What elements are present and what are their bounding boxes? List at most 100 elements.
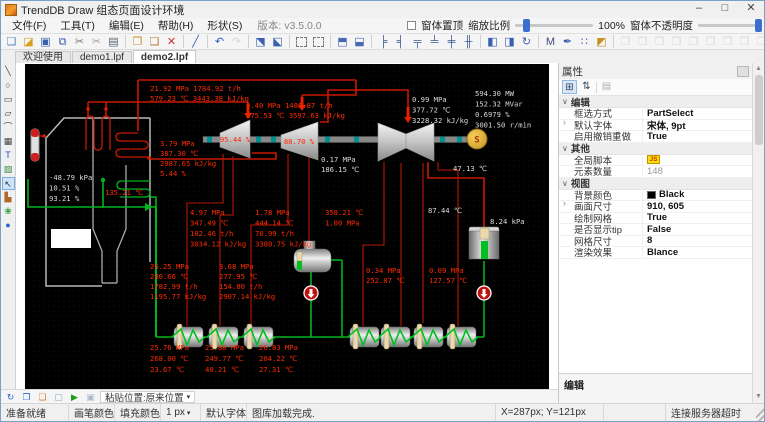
canvas-label[interactable]: 358.21 ℃1.00 MPa <box>325 208 363 228</box>
zoom-slider-thumb[interactable] <box>523 19 530 32</box>
decoration-tool-icon[interactable]: ❀ <box>2 205 15 218</box>
canvas-label[interactable]: 26.83 MPa204.22 ℃27.31 ℃ <box>259 343 298 374</box>
menu-item-1[interactable]: 工具(T) <box>53 20 101 32</box>
canvas-label[interactable]: 25.88 MPa249.77 ℃40.21 ℃ <box>205 343 244 374</box>
canvas-label[interactable]: 95.44 % <box>220 135 251 144</box>
table-tool-icon[interactable]: ▦ <box>2 135 15 148</box>
font-style-icon[interactable]: M <box>542 34 559 50</box>
align-left-icon[interactable]: ╞ <box>375 34 392 50</box>
property-value[interactable]: 148 <box>643 166 752 177</box>
feedwater-heater[interactable] <box>412 324 445 349</box>
boiler-display-box[interactable] <box>51 229 91 248</box>
canvas-label[interactable]: 0.09 MPa127.57 ℃ <box>429 266 467 285</box>
select-tool-icon[interactable]: ↖ <box>2 177 15 190</box>
rect-tool-icon[interactable]: ▭ <box>2 93 15 106</box>
pick-color-icon[interactable]: ⬔ <box>252 34 269 50</box>
feedwater-heater[interactable] <box>445 324 478 349</box>
generator[interactable]: S <box>467 129 487 149</box>
script-icon[interactable]: JS <box>647 155 660 164</box>
tile-horizontal-icon[interactable]: ❒ <box>617 34 634 50</box>
sphere-tool-icon[interactable]: ● <box>2 219 15 232</box>
maximize-button[interactable]: □ <box>712 1 738 18</box>
menu-item-2[interactable]: 编辑(E) <box>102 20 151 32</box>
property-value[interactable]: Black <box>643 189 752 200</box>
select-rect-icon[interactable] <box>296 37 307 47</box>
open-icon[interactable]: ◪ <box>20 34 37 50</box>
sort-az-icon[interactable]: ⇅ <box>579 80 594 94</box>
diagram-canvas[interactable]: S <box>25 64 549 393</box>
bring-front-icon[interactable]: ⬒ <box>334 34 351 50</box>
pen-color-button[interactable]: 画笔颜色 <box>69 404 115 421</box>
panel-scrollbar[interactable]: ▲ ▼ <box>752 63 764 403</box>
center-window-icon[interactable]: ❒ <box>753 34 764 50</box>
save-icon[interactable]: ▣ <box>37 34 54 50</box>
line-tool-icon[interactable]: ╲ <box>2 65 15 78</box>
split-v-icon[interactable]: ❒ <box>702 34 719 50</box>
frame-icon[interactable]: ▢ <box>52 391 65 403</box>
property-value[interactable]: 8 <box>643 235 752 246</box>
copy-icon[interactable]: ❐ <box>129 34 146 50</box>
scroll-up-icon[interactable]: ▲ <box>755 63 762 75</box>
categorize-icon[interactable]: ⊞ <box>562 80 577 94</box>
undo-icon[interactable]: ↶ <box>211 34 228 50</box>
tab-欢迎使用[interactable]: 欢迎使用 <box>15 51 71 63</box>
canvas-label[interactable]: 87.44 ℃ <box>428 206 462 215</box>
canvas-label[interactable]: 0.34 MPa252.87 ℃ <box>366 266 404 285</box>
snap-grid-icon[interactable]: ∷ <box>576 34 593 50</box>
cascade-icon[interactable]: ❒ <box>651 34 668 50</box>
minimize-button[interactable]: – <box>686 1 712 18</box>
topmost-checkbox[interactable] <box>407 21 416 30</box>
export-icon[interactable]: ❏ <box>36 391 49 403</box>
scroll-down-icon[interactable]: ▼ <box>755 391 762 403</box>
refresh-icon[interactable]: ↻ <box>4 391 17 403</box>
canvas-label[interactable]: 88.70 % <box>284 137 315 146</box>
menu-item-3[interactable]: 帮助(H) <box>151 20 201 32</box>
opacity-slider[interactable] <box>698 24 760 27</box>
cut-icon[interactable]: ✂ <box>71 34 88 50</box>
drain-valve[interactable] <box>304 286 318 300</box>
blank-icon[interactable]: ▣ <box>84 391 97 403</box>
canvas-label[interactable]: 135.21 ℃ <box>105 188 143 197</box>
feedwater-heater[interactable] <box>348 324 381 349</box>
tab-demo1.lpf[interactable]: demo1.lpf <box>72 51 132 63</box>
image-tool-icon[interactable]: ▨ <box>2 163 15 176</box>
library-icon[interactable]: ◩ <box>593 34 610 50</box>
flip-horizontal-icon[interactable]: ◧ <box>484 34 501 50</box>
send-back-icon[interactable]: ⬓ <box>351 34 368 50</box>
property-value[interactable]: True <box>643 212 752 223</box>
feedwater-heater[interactable] <box>379 324 412 349</box>
property-value[interactable]: True <box>643 131 752 142</box>
text-tool-icon[interactable]: T <box>2 149 15 162</box>
canvas-label[interactable]: 3.40 MPa 1486.87 t/h375.53 ℃ 3597.63 kJ/… <box>246 101 345 120</box>
property-value[interactable]: 910, 605 <box>643 201 752 212</box>
split-h-icon[interactable]: ❒ <box>685 34 702 50</box>
align-right-icon[interactable]: ╡ <box>392 34 409 50</box>
canvas-label[interactable]: 25.76 MPa268.00 ℃23.67 ℃ <box>150 343 189 374</box>
paste-position-dropdown[interactable]: 粘贴位置:原来位置▾ <box>100 391 195 403</box>
rotate-icon[interactable]: ↻ <box>518 34 535 50</box>
pen-icon[interactable]: ✒ <box>559 34 576 50</box>
tile-vertical-icon[interactable]: ❒ <box>634 34 651 50</box>
ellipse-tool-icon[interactable]: ○ <box>2 79 15 92</box>
close-button[interactable]: ✕ <box>738 1 764 18</box>
canvas-label[interactable]: 0.17 MPa186.15 ℃ <box>321 155 359 174</box>
align-center-h-icon[interactable]: ╪ <box>443 34 460 50</box>
cut-alt-icon[interactable]: ✂ <box>88 34 105 50</box>
fill-color-button[interactable]: 填充颜色 <box>115 404 161 421</box>
polygon-tool-icon[interactable]: ▱ <box>2 107 15 120</box>
align-center-v-icon[interactable]: ╫ <box>460 34 477 50</box>
panel-menu-button[interactable] <box>737 66 749 77</box>
menu-item-4[interactable]: 形状(S) <box>200 20 249 32</box>
window-preview-icon[interactable]: ❐ <box>20 391 33 403</box>
opacity-slider-thumb[interactable] <box>755 19 762 32</box>
save-all-icon[interactable]: ⧉ <box>54 34 71 50</box>
print-icon[interactable]: ▤ <box>105 34 122 50</box>
menu-item-0[interactable]: 文件(F) <box>5 20 53 32</box>
property-pages-icon[interactable]: ▤ <box>599 80 614 94</box>
scrollbar-thumb[interactable] <box>755 75 763 145</box>
property-value[interactable]: Blance <box>643 247 752 258</box>
chart-tool-icon[interactable]: ▙ <box>2 191 15 204</box>
zoom-slider[interactable] <box>515 24 593 27</box>
run-icon[interactable]: ▶ <box>68 391 81 403</box>
expand-icon[interactable]: › <box>563 199 566 208</box>
